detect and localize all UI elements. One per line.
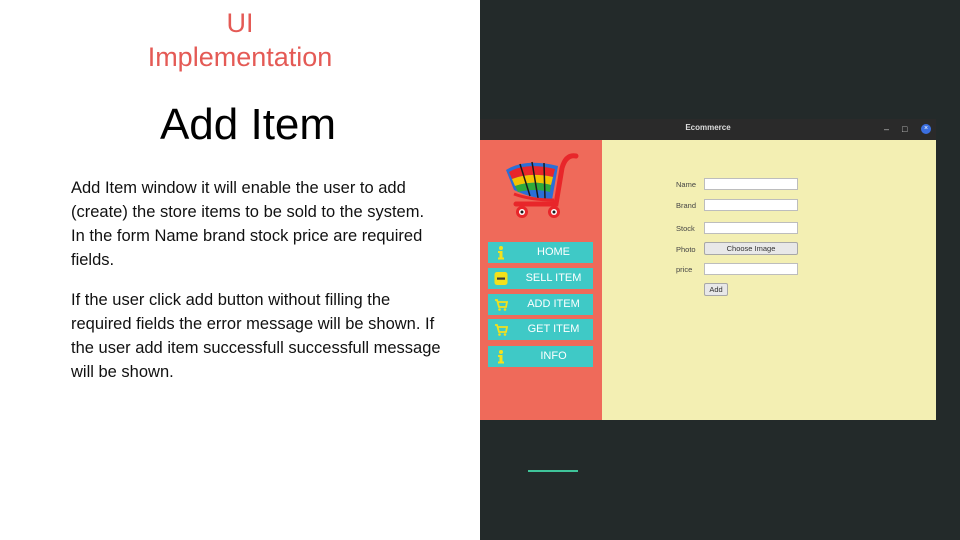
slide-subtitle-line2: Implementation xyxy=(147,42,333,72)
ecommerce-window: Ecommerce – □ × HOME SELL ITEM ADD ITEM … xyxy=(480,119,936,420)
photo-label: Photo xyxy=(676,245,696,254)
shopping-cart-icon xyxy=(506,153,579,218)
nav-get-item-label: GET ITEM xyxy=(527,323,580,335)
cart-icon xyxy=(495,299,508,311)
name-label: Name xyxy=(676,180,697,189)
brand-field[interactable] xyxy=(704,199,798,211)
brand-label: Brand xyxy=(676,201,697,210)
maximize-button[interactable]: □ xyxy=(902,122,907,136)
slide-subtitle-line1: UI xyxy=(226,8,254,38)
choose-image-button[interactable]: Choose Image xyxy=(704,242,798,255)
nav-sell-item-button[interactable]: SELL ITEM xyxy=(488,268,593,289)
nav-add-item-label: ADD ITEM xyxy=(527,298,580,310)
nav-info-label: INFO xyxy=(540,350,567,362)
cart-icon xyxy=(495,324,508,336)
nav-home-label: HOME xyxy=(537,246,570,258)
window-title: Ecommerce xyxy=(685,123,731,132)
slide-text-panel: UI Implementation Add Item Add Item wind… xyxy=(0,0,480,540)
nav-info-button[interactable]: INFO xyxy=(488,346,593,367)
slide-paragraph-2: If the user click add button without fil… xyxy=(71,291,441,381)
price-label: price xyxy=(676,265,693,274)
slide-paragraph-1: Add Item window it will enable the user … xyxy=(71,179,425,269)
sidebar: HOME SELL ITEM ADD ITEM GET ITEM INFO xyxy=(480,140,602,420)
nav-get-item-button[interactable]: GET ITEM xyxy=(488,319,593,340)
stock-label: Stock xyxy=(676,224,695,233)
decorative-underline xyxy=(528,470,578,472)
window-titlebar: Ecommerce – □ × xyxy=(480,119,936,140)
nav-home-button[interactable]: HOME xyxy=(488,242,593,263)
name-field[interactable] xyxy=(704,178,798,190)
add-button[interactable]: Add xyxy=(704,283,728,296)
info-icon xyxy=(498,350,504,364)
info-icon xyxy=(498,246,504,260)
close-icon: × xyxy=(923,125,929,132)
slide-title: Add Item xyxy=(159,100,337,149)
stock-field[interactable] xyxy=(704,222,798,234)
minimize-button[interactable]: – xyxy=(884,122,889,136)
close-button[interactable]: × xyxy=(921,124,931,134)
price-field[interactable] xyxy=(704,263,798,275)
minus-icon xyxy=(494,272,508,285)
nav-add-item-button[interactable]: ADD ITEM xyxy=(488,294,593,315)
nav-sell-item-label: SELL ITEM xyxy=(525,272,582,284)
